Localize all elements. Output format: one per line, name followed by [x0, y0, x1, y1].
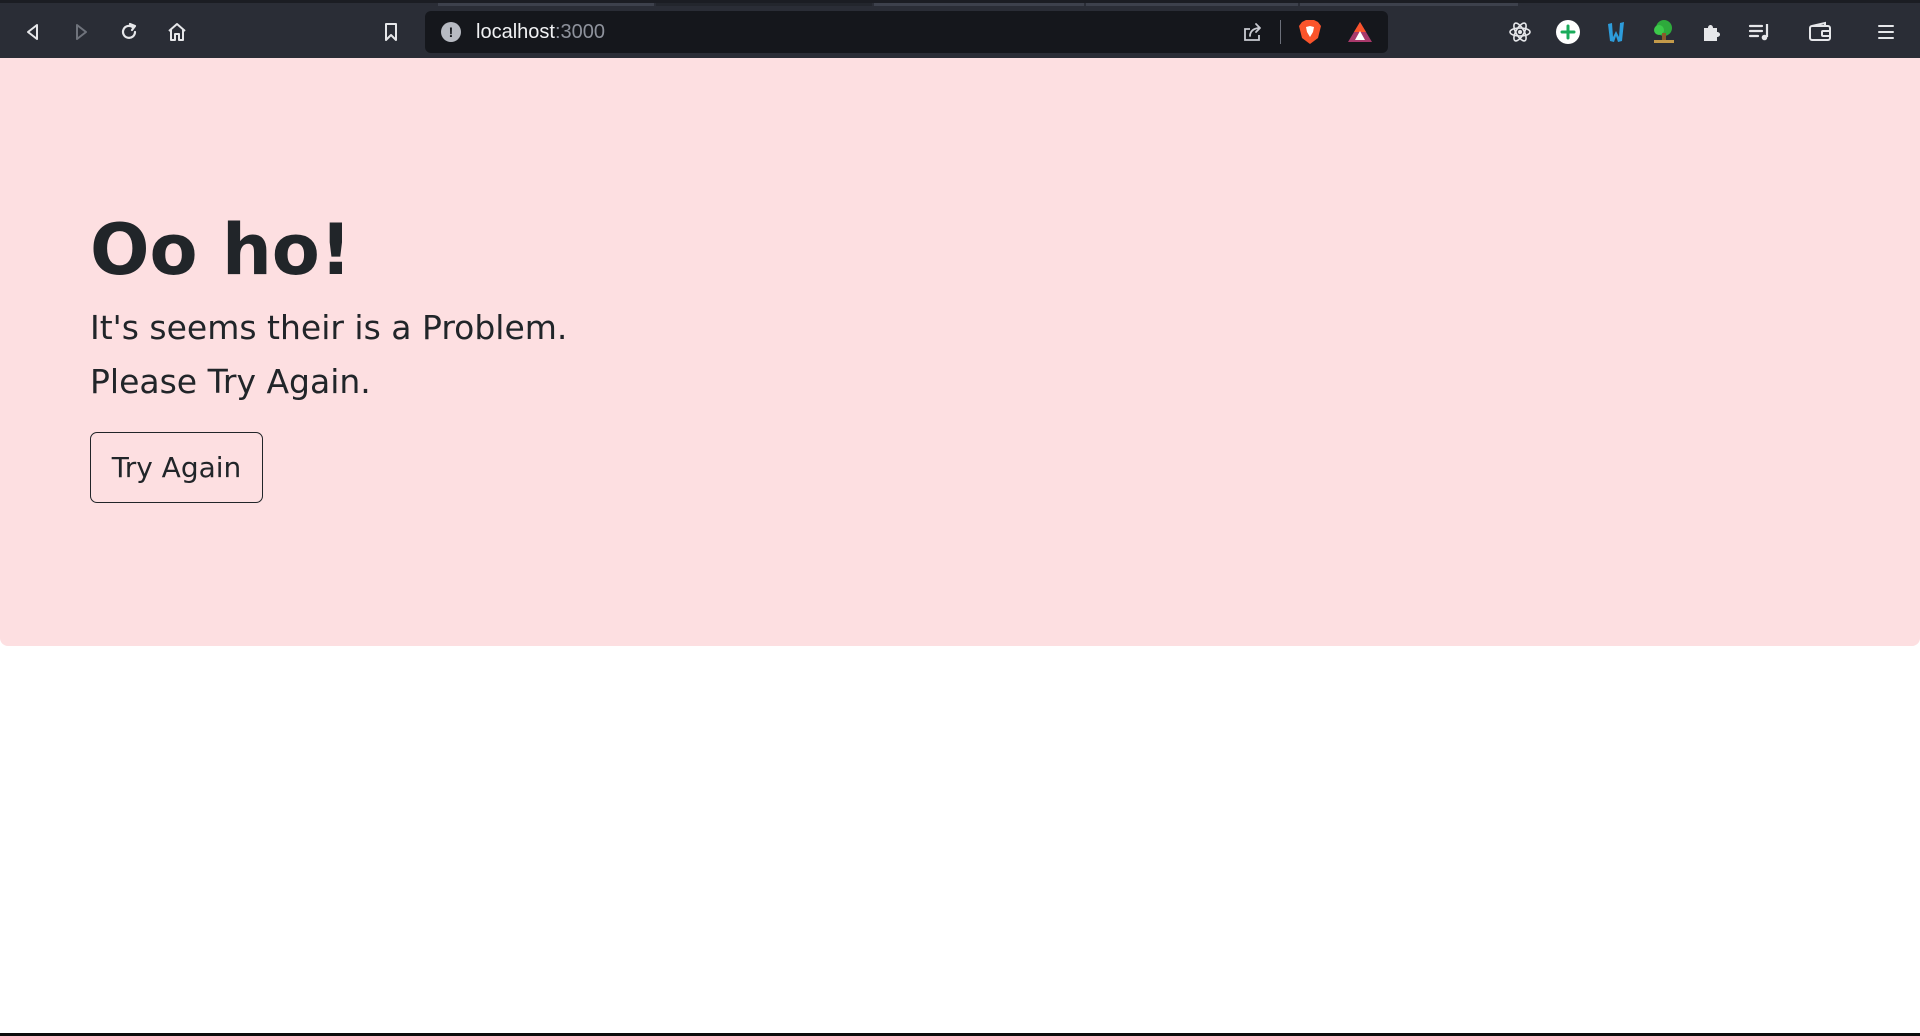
playlist-icon — [1748, 24, 1769, 41]
home-icon — [168, 23, 186, 41]
brave-rewards-icon — [1348, 22, 1372, 42]
playlist-button[interactable] — [1742, 14, 1778, 50]
back-icon — [27, 24, 38, 40]
alert-message-line-1: It's seems their is a Problem. — [90, 308, 568, 347]
url-text[interactable]: localhost:3000 — [476, 21, 605, 43]
brave-shields-button[interactable] — [1292, 14, 1328, 50]
reload-icon — [121, 22, 137, 39]
extensions-button[interactable] — [1694, 14, 1730, 50]
address-bar[interactable]: ! localhost:3000 — [425, 11, 1388, 53]
add-extension-button[interactable] — [1550, 14, 1586, 50]
url-port: :3000 — [554, 21, 605, 43]
browser-toolbar: ! localhost:3000 — [0, 0, 1920, 58]
bookmark-button[interactable] — [373, 14, 409, 50]
menu-icon — [1878, 25, 1894, 39]
react-devtools-icon — [1509, 22, 1531, 42]
url-divider — [1280, 20, 1281, 44]
brave-rewards-button[interactable] — [1342, 14, 1378, 50]
brave-shields-icon — [1299, 20, 1321, 44]
share-icon — [1244, 23, 1261, 41]
bookmark-icon — [385, 23, 397, 41]
tab-strip — [0, 3, 1920, 6]
wappalyzer-icon — [1608, 22, 1624, 42]
forward-button[interactable] — [63, 14, 99, 50]
reload-button[interactable] — [111, 14, 147, 50]
error-alert: Oo ho! It's seems their is a Problem. Pl… — [0, 58, 1920, 646]
alert-heading: Oo ho! — [90, 209, 352, 291]
add-extension-icon — [1556, 20, 1580, 44]
wallet-button[interactable] — [1802, 14, 1838, 50]
wappalyzer-button[interactable] — [1598, 14, 1634, 50]
home-button[interactable] — [159, 14, 195, 50]
extensions-puzzle-icon — [1704, 25, 1720, 41]
try-again-button[interactable]: Try Again — [90, 432, 263, 503]
tree-extension-icon — [1654, 20, 1674, 43]
url-host: localhost — [476, 21, 555, 43]
react-devtools-button[interactable] — [1502, 14, 1538, 50]
share-button[interactable] — [1235, 14, 1271, 50]
tree-extension-button[interactable] — [1646, 14, 1682, 50]
wallet-icon — [1809, 21, 1831, 41]
alert-message-line-2: Please Try Again. — [90, 362, 371, 401]
menu-button[interactable] — [1868, 14, 1904, 50]
back-button[interactable] — [15, 14, 51, 50]
forward-icon — [76, 24, 87, 40]
site-info-icon[interactable]: ! — [441, 22, 461, 42]
